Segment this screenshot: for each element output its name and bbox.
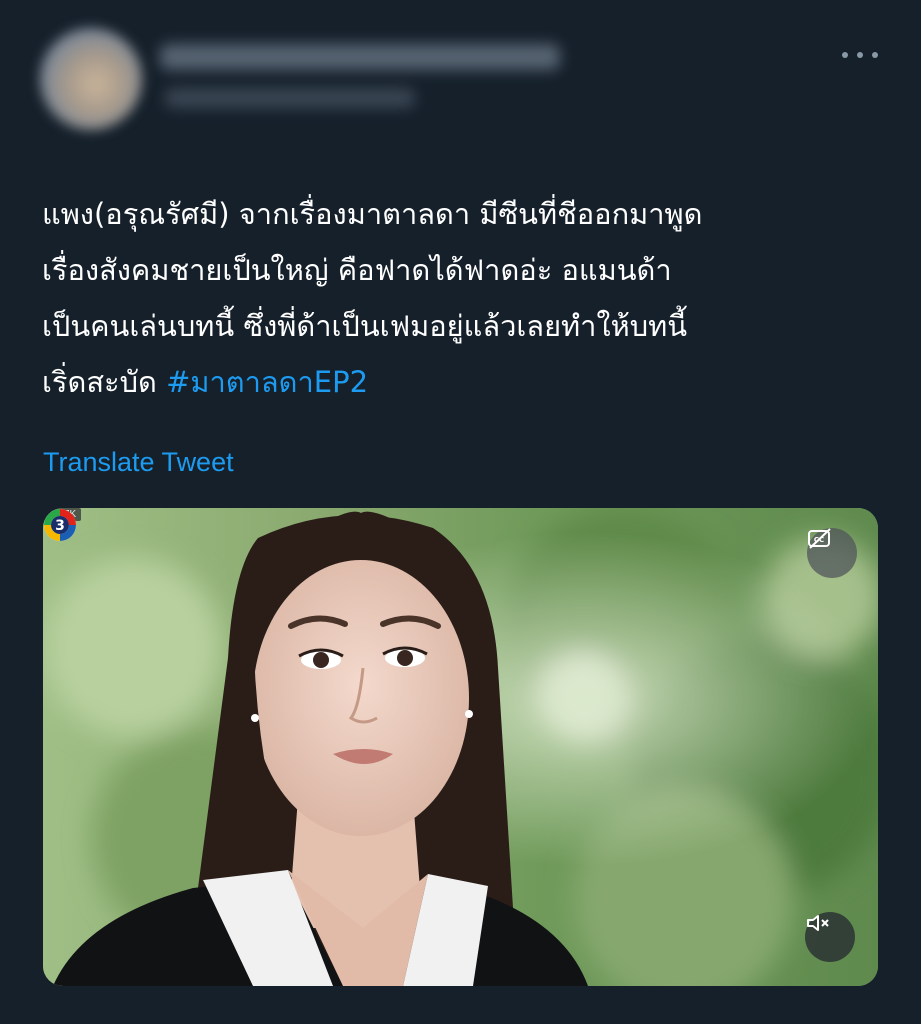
cc-glyph: CC bbox=[808, 528, 831, 549]
hashtag-link[interactable]: #มาตาลดาEP2 bbox=[166, 365, 368, 399]
translate-tweet-link[interactable]: Translate Tweet bbox=[43, 447, 234, 478]
volume-muted-icon[interactable] bbox=[805, 912, 855, 962]
tweet-page: แพง(อรุณรัศมี) จากเรื่องมาตาลดา มีซีนที่… bbox=[0, 0, 921, 1024]
speaker-muted-glyph bbox=[807, 915, 829, 931]
more-options-icon[interactable] bbox=[842, 44, 878, 66]
video-frame bbox=[43, 508, 878, 986]
more-dot bbox=[842, 52, 848, 58]
channel-3-logo: 3 bbox=[44, 509, 76, 541]
blurred-user-handle bbox=[165, 88, 415, 108]
tweet-text: แพง(อรุณรัศมี) จากเรื่องมาตาลดา มีซีนที่… bbox=[42, 186, 882, 410]
tweet-text-line-last: เริ่ดสะบัด #มาตาลดาEP2 bbox=[42, 354, 882, 410]
tweet-text-line: เป็นคนเล่นบทนี้ ซึ่งพี่ด้าเป็นเฟมอยู่แล้… bbox=[42, 309, 688, 343]
svg-text:3: 3 bbox=[55, 518, 65, 534]
user-avatar[interactable] bbox=[40, 28, 142, 130]
closed-captions-off-icon[interactable]: CC bbox=[807, 528, 857, 578]
more-dot bbox=[857, 52, 863, 58]
video-player[interactable]: 12.7K 3 CC bbox=[43, 508, 878, 986]
tweet-text-line: เรื่องสังคมชายเป็นใหญ่ คือฟาดได้ฟาดอ่ะ อ… bbox=[42, 253, 672, 287]
tweet-text-line: แพง(อรุณรัศมี) จากเรื่องมาตาลดา มีซีนที่… bbox=[42, 197, 703, 231]
blurred-display-name[interactable] bbox=[160, 44, 560, 70]
tweet-text-fragment: เริ่ดสะบัด bbox=[42, 365, 167, 399]
more-dot bbox=[872, 52, 878, 58]
